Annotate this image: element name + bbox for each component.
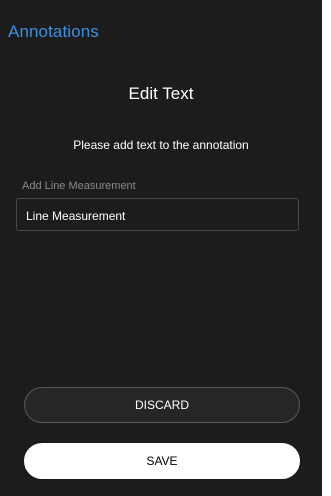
save-button[interactable]: SAVE [24,443,300,479]
annotation-text-input[interactable]: Line Measurement [16,198,299,231]
dialog-title: Edit Text [128,84,194,103]
discard-button[interactable]: DISCARD [24,387,300,423]
dialog-message: Please add text to the annotation [73,138,249,152]
annotation-text-label: Add Line Measurement [22,180,136,192]
app-title: Annotations [8,22,99,41]
annotation-text-value: Line Measurement [26,209,126,223]
annotations-panel: Annotations Edit Text Please add text to… [0,0,322,496]
